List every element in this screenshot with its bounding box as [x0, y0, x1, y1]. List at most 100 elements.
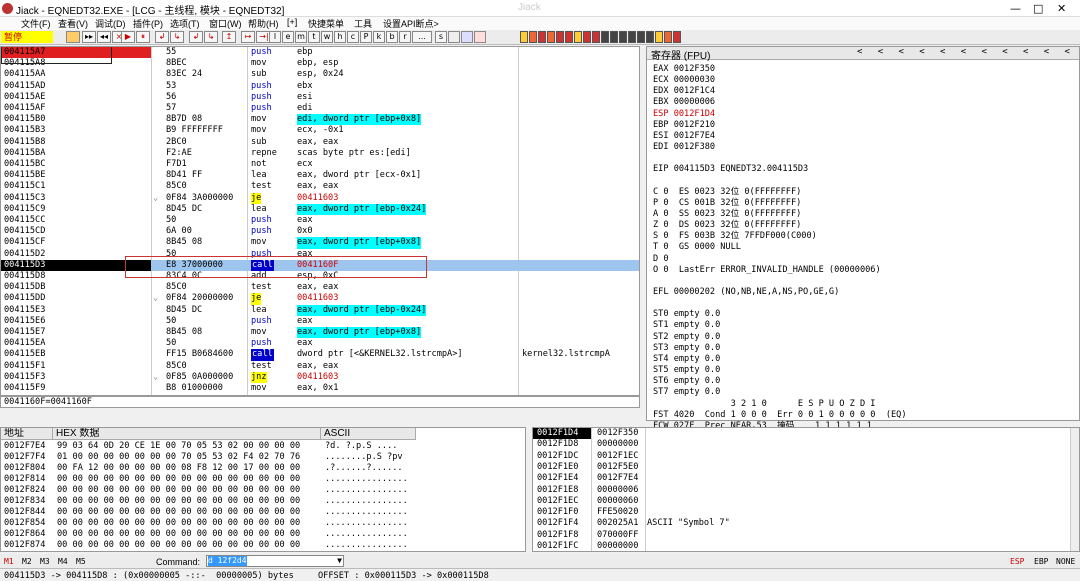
stack-pane[interactable]: 0012F1D4 0012F350 0012F1D8 00000000 0012F1DC… — [532, 427, 1080, 552]
disasm-row[interactable]: 004115E6 50 push eax — [1, 316, 639, 327]
register-line[interactable]: EDX 0012F1C4 — [653, 86, 715, 97]
breakpoints-window-button[interactable]: b — [386, 31, 398, 43]
disasm-row[interactable]: 004115B0 8B7D 08 mov edi, dword ptr [ebp+0x… — [1, 114, 639, 126]
stack-row[interactable]: 0012F1E0 0012F5E0 — [533, 462, 1079, 473]
menu-plus[interactable]: [+] — [287, 17, 297, 27]
disasm-address[interactable]: 004115F1 — [4, 361, 45, 372]
dump-row[interactable]: 0012F874 00 00 00 00 00 00 00 00 00 00 00… — [1, 540, 525, 550]
disasm-address[interactable]: 004115F3 — [4, 372, 45, 383]
register-line[interactable]: EAX 0012F350 — [653, 64, 715, 75]
register-line[interactable]: ST0 empty 0.0 — [653, 309, 720, 320]
disasm-address[interactable]: 004115B3 — [4, 125, 45, 136]
scroll-arrows[interactable]: < < < < < < < < < < < — [857, 47, 1071, 57]
stack-row[interactable]: 0012F1E8 00000006 — [533, 485, 1079, 496]
disasm-row[interactable]: 004115B3 B9 FFFFFFFF mov ecx, -0x1 — [1, 125, 639, 136]
register-line[interactable]: ST6 empty 0.0 — [653, 376, 720, 387]
register-line[interactable]: D 0 — [653, 254, 669, 265]
stack-row[interactable]: 0012F1F0 FFE50020 — [533, 507, 1079, 518]
goto-button[interactable]: ↦ — [241, 31, 255, 43]
plugin-icon[interactable] — [673, 31, 681, 43]
disasm-address[interactable]: 004115AA — [4, 69, 45, 80]
disasm-row[interactable]: 004115F3 0F85 0A000000 jnz 00411603 ⌄ — [1, 371, 639, 383]
register-line[interactable]: ST4 empty 0.0 — [653, 354, 720, 365]
dump-row[interactable]: 0012F7F4 01 00 00 00 00 00 00 00 70 05 53… — [1, 452, 525, 462]
run-button[interactable]: ▶ — [121, 31, 135, 43]
dump-row[interactable]: 0012F804 00 FA 12 00 00 00 00 00 08 F8 12… — [1, 463, 525, 473]
disasm-row[interactable]: 004115AF 57 push edi — [1, 103, 639, 114]
dump-row[interactable]: 0012F814 00 00 00 00 00 00 00 00 00 00 00… — [1, 474, 525, 484]
close-button[interactable]: ✕ — [1057, 2, 1066, 15]
register-line[interactable]: ST5 empty 0.0 — [653, 365, 720, 376]
disasm-row[interactable]: 004115D2 50 push eax — [1, 249, 639, 260]
dump-col-ascii[interactable]: ASCII — [321, 428, 416, 440]
disasm-address[interactable]: 004115C3 — [4, 193, 45, 204]
tab-m1[interactable]: M1 — [4, 557, 14, 566]
disasm-address[interactable]: 004115D8 — [4, 271, 45, 282]
disasm-address[interactable]: 004115CC — [4, 215, 45, 226]
disasm-address[interactable]: 004115E6 — [4, 316, 45, 327]
register-line[interactable]: EDI 0012F380 — [653, 142, 715, 153]
menu-window[interactable]: 窗口(W) — [209, 17, 242, 30]
disasm-row[interactable]: 004115C3 0F84 3A000000 je 00411603 ⌄ — [1, 192, 639, 204]
register-line[interactable]: 3 2 1 0 E S P U O Z D I — [653, 399, 876, 410]
register-line[interactable]: C 0 ES 0023 32位 0(FFFFFFFF) — [653, 187, 801, 198]
dump-col-hex[interactable]: HEX 数据 — [53, 428, 321, 440]
stack-row[interactable]: 0012F1FC 00000000 — [533, 541, 1079, 551]
menu-file[interactable]: 文件(F) — [21, 17, 51, 30]
disasm-address[interactable]: 004115BE — [4, 170, 45, 181]
disasm-address[interactable]: 004115C1 — [4, 181, 45, 192]
esp-button[interactable]: ESP — [1010, 557, 1024, 566]
source-window-button[interactable]: s — [435, 31, 447, 43]
disasm-row[interactable]: 004115F1 85C0 test eax, eax — [1, 361, 639, 372]
pause-button[interactable]: ⏸ — [136, 31, 150, 43]
tab-m3[interactable]: M3 — [40, 557, 50, 566]
plugin-icon[interactable] — [637, 31, 645, 43]
disasm-address[interactable]: 004115A8 — [4, 58, 45, 69]
disasm-row[interactable]: 004115C1 85C0 test eax, eax — [1, 181, 639, 192]
disasm-row[interactable]: 004115A7 55 push ebp — [1, 47, 639, 59]
disasm-row[interactable]: 004115CF 8B45 08 mov eax, dword ptr [ebp+0x… — [1, 237, 639, 249]
run-trace-window-button[interactable]: ... — [412, 31, 432, 43]
dump-row[interactable]: 0012F864 00 00 00 00 00 00 00 00 00 00 00… — [1, 529, 525, 539]
disasm-row[interactable]: 004115D8 83C4 0C add esp, 0xC — [1, 271, 639, 282]
disasm-row[interactable]: 004115AD 53 push ebx — [1, 81, 639, 92]
disasm-address[interactable]: 004115EB — [4, 349, 45, 360]
stack-row[interactable]: 0012F1F8 070000FF — [533, 530, 1079, 541]
register-line[interactable]: ST3 empty 0.0 — [653, 343, 720, 354]
disasm-address[interactable]: 004115AE — [4, 92, 45, 103]
disasm-address[interactable]: 004115E3 — [4, 305, 45, 316]
disasm-row[interactable]: 004115BA F2:AE repne scas byte ptr es:[edi] — [1, 148, 639, 159]
none-button[interactable]: NONE — [1056, 557, 1075, 566]
register-line[interactable]: O 0 LastErr ERROR_INVALID_HANDLE (000000… — [653, 265, 881, 276]
memory-window-button[interactable]: m — [295, 31, 307, 43]
disasm-address[interactable]: 004115B0 — [4, 114, 45, 125]
stack-row[interactable]: 0012F1F4 002025A1 ASCII "Symbol 7" — [533, 518, 1079, 529]
callstack-window-button[interactable]: k — [373, 31, 385, 43]
disasm-address[interactable]: 004115CF — [4, 237, 45, 248]
register-line[interactable]: T 0 GS 0000 NULL — [653, 242, 741, 253]
registers-pane[interactable]: 寄存器 (FPU) < < < < < < < < < < < EAX 0012… — [646, 46, 1080, 431]
register-line[interactable]: ST7 empty 0.0 — [653, 387, 720, 398]
register-line[interactable]: FST 4020 Cond 1 0 0 0 Err 0 0 1 0 0 0 0 … — [653, 410, 907, 421]
disasm-address[interactable]: 004115EA — [4, 338, 45, 349]
menu-api-breakpoint[interactable]: 设置API断点> — [383, 17, 439, 30]
plugin-icon[interactable] — [601, 31, 609, 43]
disasm-address[interactable]: 004115BC — [4, 159, 45, 170]
handles-window-button[interactable]: h — [334, 31, 346, 43]
disasm-address[interactable]: 004115CD — [4, 226, 45, 237]
memory-dump-pane[interactable]: 地址 HEX 数据 ASCII 0012F7E4 99 03 64 0D 20 C… — [0, 427, 526, 552]
register-line[interactable]: ESP 0012F1D4 — [653, 109, 715, 120]
register-line[interactable]: ESI 0012F7E4 — [653, 131, 715, 142]
modules-window-button[interactable]: e — [282, 31, 294, 43]
log-window-button[interactable]: l — [269, 31, 281, 43]
plugin-icon[interactable] — [583, 31, 591, 43]
tab-m2[interactable]: M2 — [22, 557, 32, 566]
execute-till-return-button[interactable]: ↥ — [222, 31, 236, 43]
disasm-row[interactable]: 004115F9 B8 01000000 mov eax, 0x1 — [1, 383, 639, 394]
stack-row[interactable]: 0012F1D4 0012F350 — [533, 428, 1079, 440]
plugin-icon[interactable] — [664, 31, 672, 43]
disasm-address[interactable]: 004115DB — [4, 282, 45, 293]
register-line[interactable]: ECX 00000030 — [653, 75, 715, 86]
ebp-button[interactable]: EBP — [1034, 557, 1048, 566]
plugin-icon[interactable] — [646, 31, 654, 43]
